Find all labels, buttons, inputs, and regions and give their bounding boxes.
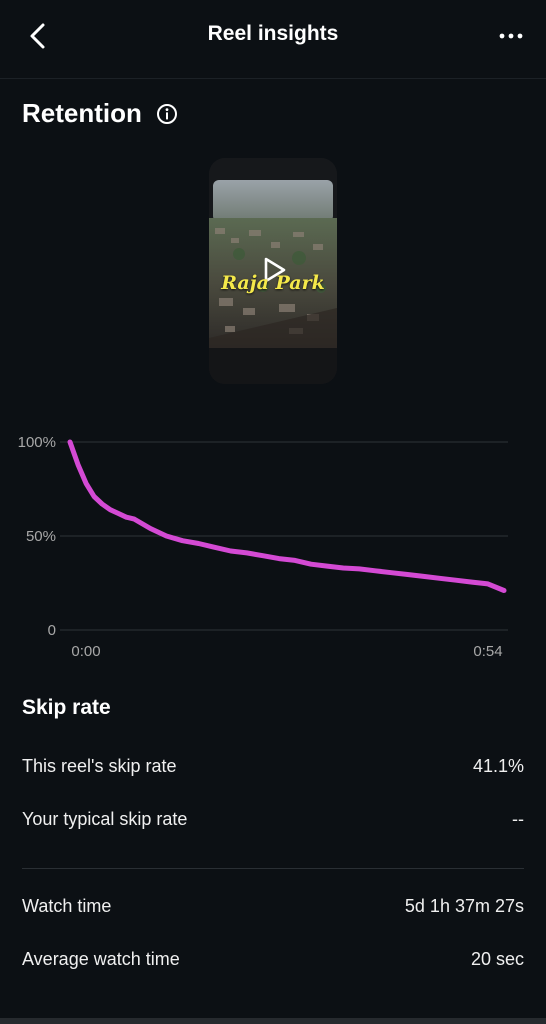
- y-tick-label: 50%: [26, 528, 56, 545]
- y-tick-label: 0: [48, 622, 56, 639]
- page-title: Reel insights: [207, 22, 339, 45]
- retention-series-line: [67, 439, 507, 593]
- row-label: Watch time: [22, 896, 112, 916]
- retention-chart: 100% 50% 0 0:00 0:54: [18, 434, 508, 660]
- section-divider: [22, 868, 524, 869]
- reel-thumbnail[interactable]: Raja Park: [209, 158, 337, 384]
- top-bar: Reel insights: [0, 0, 546, 79]
- row-value: --: [512, 809, 524, 829]
- row-value: 20 sec: [470, 949, 524, 969]
- y-tick-label: 100%: [18, 434, 56, 451]
- x-tick-label: 0:54: [473, 643, 502, 660]
- info-icon[interactable]: [156, 103, 178, 125]
- x-tick-label: 0:00: [71, 643, 100, 660]
- row-value: 5d 1h 37m 27s: [404, 896, 524, 916]
- skip-rate-row-this-reel: This reel's skip rate 41.1%: [22, 756, 524, 782]
- thumbnail-caption: Raja Park: [221, 272, 325, 294]
- watch-time-row: Watch time 5d 1h 37m 27s: [22, 896, 524, 922]
- row-label: Your typical skip rate: [22, 809, 188, 829]
- row-value: 41.1%: [472, 756, 524, 776]
- row-label: This reel's skip rate: [22, 756, 177, 776]
- home-indicator-bar: [0, 1018, 546, 1024]
- retention-title: Retention: [22, 98, 142, 128]
- row-label: Average watch time: [22, 949, 180, 969]
- average-watch-time-row: Average watch time 20 sec: [22, 949, 524, 975]
- more-horizontal-icon: [499, 33, 523, 39]
- more-options-button[interactable]: [496, 24, 526, 48]
- skip-rate-title: Skip rate: [22, 696, 111, 719]
- skip-rate-row-typical: Your typical skip rate --: [22, 809, 524, 835]
